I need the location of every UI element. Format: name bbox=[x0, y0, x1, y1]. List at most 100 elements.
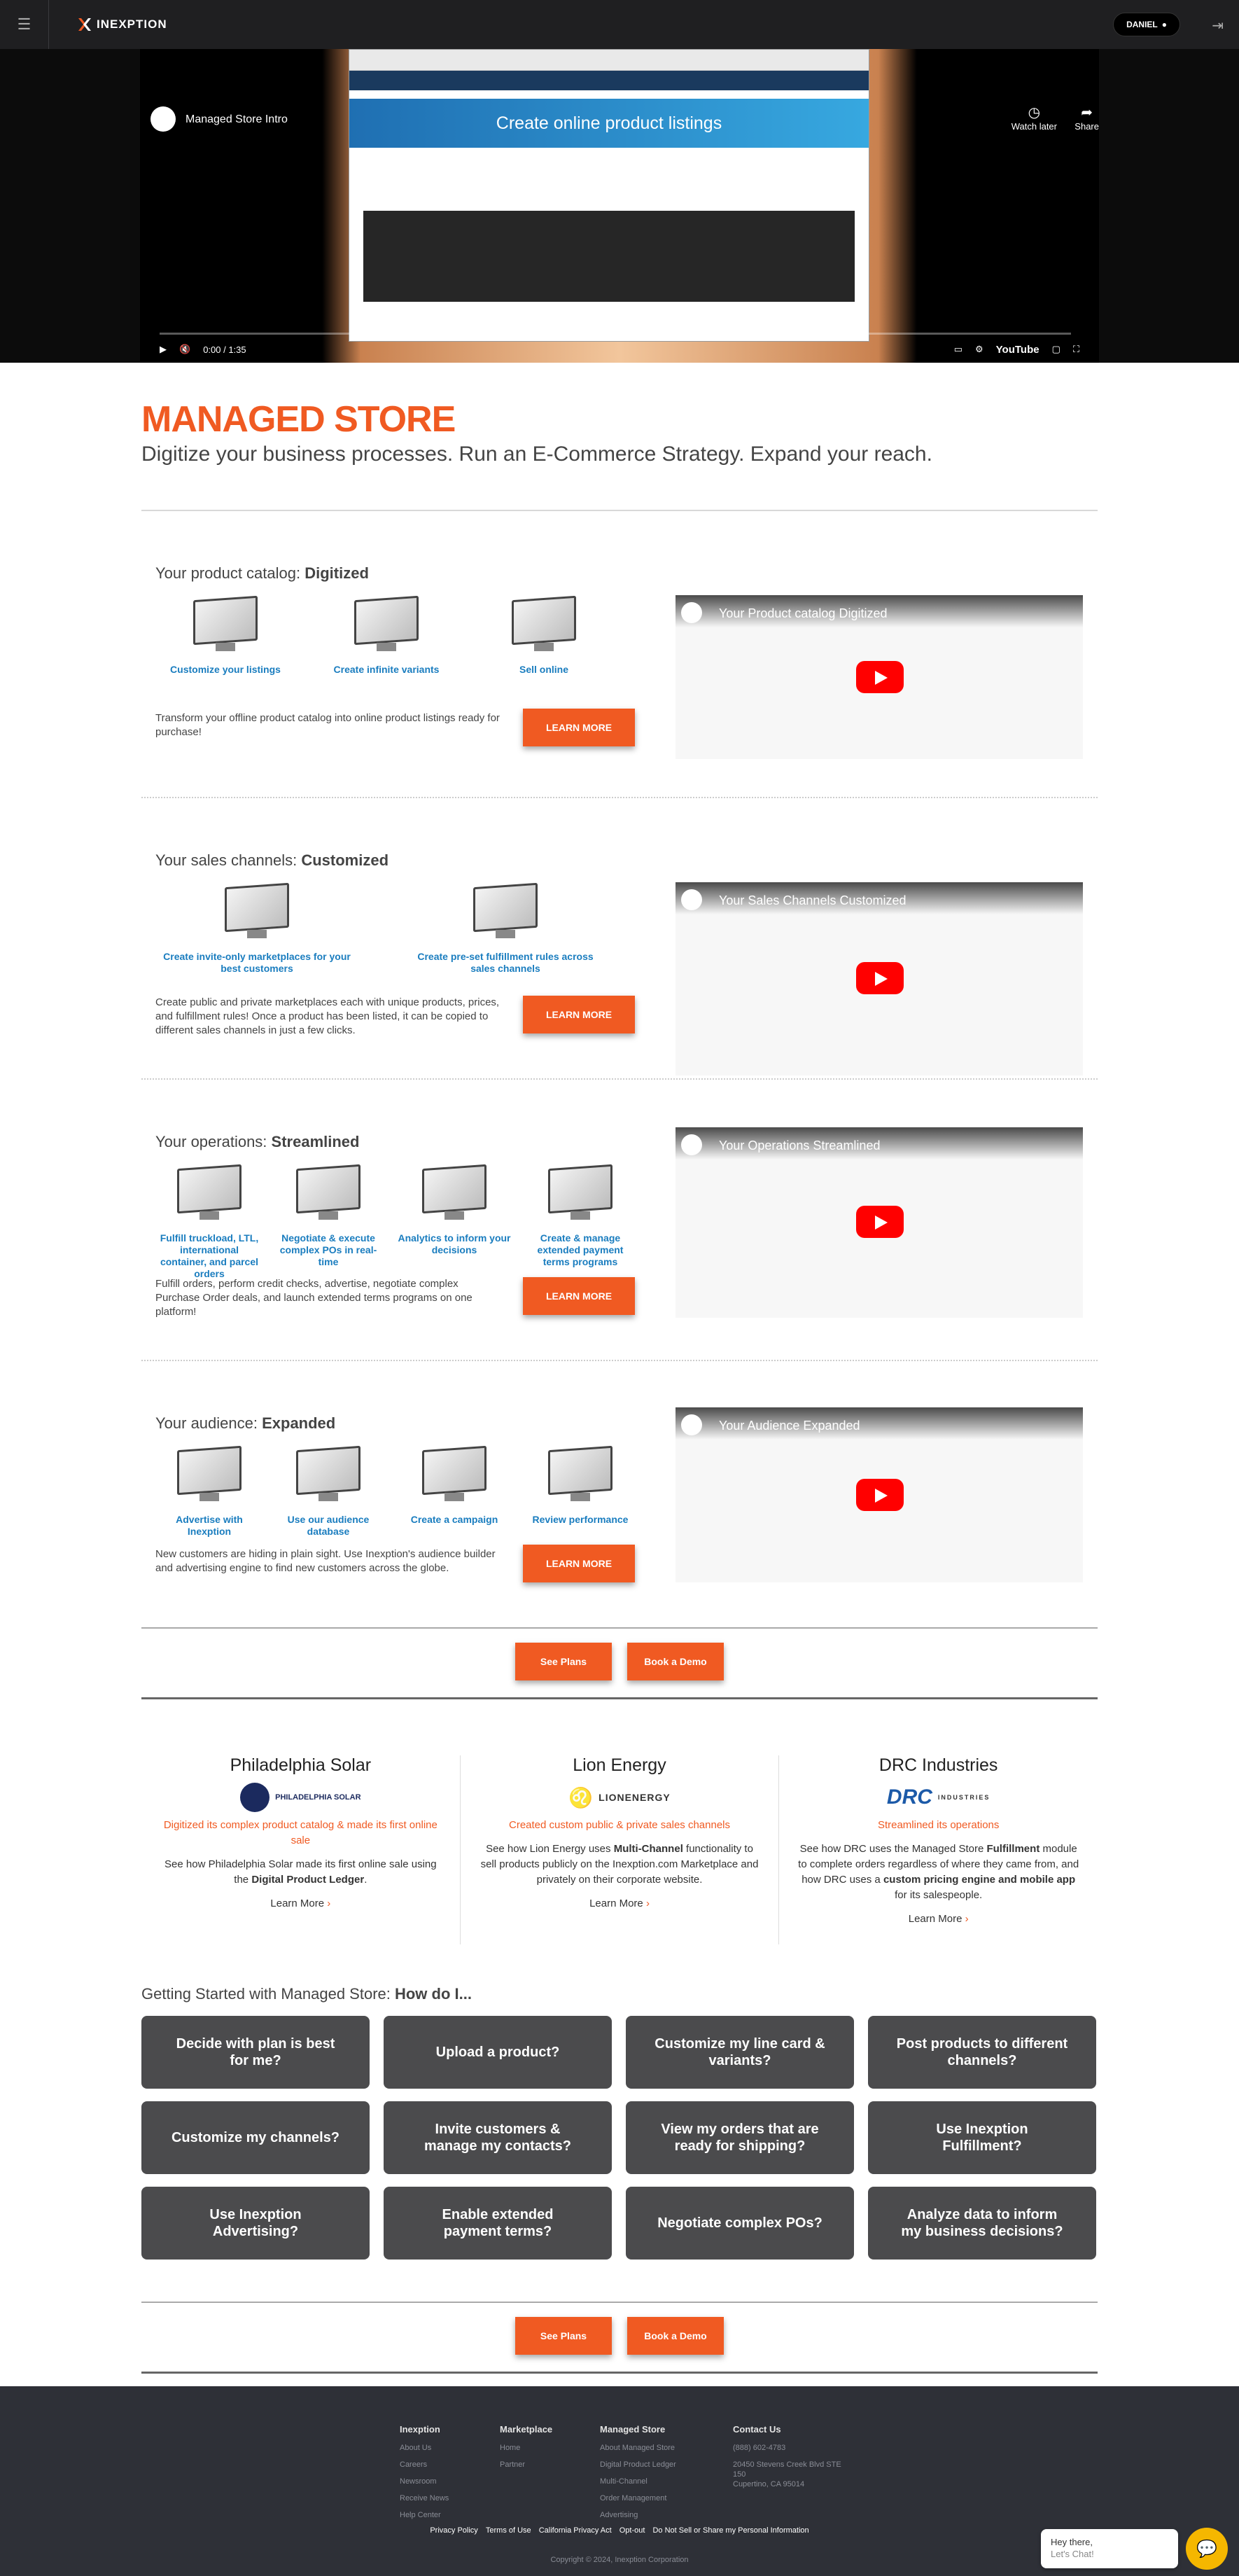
case-highlight: Streamlined its operations bbox=[877, 1819, 1000, 1831]
do-not-sell-link[interactable]: Do Not Sell or Share my Personal Informa… bbox=[652, 2526, 808, 2535]
learn-more-button[interactable]: LEARN MORE bbox=[523, 1277, 635, 1315]
howto-advertising[interactable]: Use Inexption Advertising? bbox=[141, 2187, 370, 2260]
footer-link[interactable]: Digital Product Ledger bbox=[600, 2456, 733, 2473]
footer-link[interactable]: Careers bbox=[400, 2456, 500, 2473]
footer-link[interactable]: About Us bbox=[400, 2439, 500, 2456]
intro-video-player[interactable]: Create online product listings Managed S… bbox=[0, 49, 1239, 363]
howto-post-channels[interactable]: Post products to different channels? bbox=[868, 2016, 1096, 2089]
feature-fulfillment-rules[interactable]: Create pre-set fulfillment rules across … bbox=[411, 882, 600, 975]
howto-invite-customers[interactable]: Invite customers & manage my contacts? bbox=[384, 2101, 612, 2174]
feature-payment-terms[interactable]: Create & manage extended payment terms p… bbox=[528, 1164, 633, 1268]
video-thumbnail[interactable]: Your Product catalog Digitized bbox=[676, 595, 1083, 759]
address-line: Cupertino, CA 95014 bbox=[733, 2480, 805, 2488]
howto-upload-product[interactable]: Upload a product? bbox=[384, 2016, 612, 2089]
monitor-icon bbox=[542, 1164, 618, 1224]
footer-link[interactable]: Advertising bbox=[600, 2507, 733, 2523]
chat-bubble-icon[interactable]: 💬 bbox=[1186, 2528, 1228, 2570]
youtube-play-icon[interactable] bbox=[856, 962, 904, 994]
monitor-icon bbox=[290, 1445, 366, 1505]
channel-avatar[interactable] bbox=[150, 106, 176, 132]
footer-link[interactable]: Newsroom bbox=[400, 2473, 500, 2490]
user-name: DANIEL bbox=[1126, 20, 1158, 29]
footer-link[interactable]: About Managed Store bbox=[600, 2439, 733, 2456]
terms-link[interactable]: Terms of Use bbox=[486, 2526, 531, 2535]
footer-link[interactable]: Home bbox=[500, 2439, 600, 2456]
book-demo-button[interactable]: Book a Demo bbox=[627, 1643, 724, 1680]
footer-link[interactable]: Multi-Channel bbox=[600, 2473, 733, 2490]
play-icon[interactable]: ▶ bbox=[160, 344, 167, 355]
settings-gear-icon[interactable]: ⚙ bbox=[975, 344, 983, 355]
feature-sell-online[interactable]: Sell online bbox=[488, 595, 600, 676]
howto-payment-terms[interactable]: Enable extended payment terms? bbox=[384, 2187, 612, 2260]
book-demo-button[interactable]: Book a Demo bbox=[627, 2317, 724, 2355]
video-title: Your Product catalog Digitized bbox=[719, 606, 888, 620]
learn-more-button[interactable]: LEARN MORE bbox=[523, 996, 635, 1033]
learn-more-link[interactable]: Learn More › bbox=[160, 1898, 442, 1909]
case-title: Lion Energy bbox=[573, 1755, 666, 1775]
captions-icon[interactable]: ▭ bbox=[954, 344, 962, 355]
page-subtitle: Digitize your business processes. Run an… bbox=[141, 443, 932, 466]
youtube-play-icon[interactable] bbox=[856, 1206, 904, 1238]
video-title[interactable]: Managed Store Intro bbox=[186, 113, 288, 126]
phone-number[interactable]: (888) 602-4783 bbox=[733, 2439, 852, 2456]
how-do-i-grid: Decide with plan is best for me? Upload … bbox=[141, 2016, 1098, 2260]
video-thumbnail[interactable]: Your Audience Expanded bbox=[676, 1407, 1083, 1582]
howto-analyze-data[interactable]: Analyze data to inform my business decis… bbox=[868, 2187, 1096, 2260]
youtube-logo[interactable]: YouTube bbox=[996, 344, 1040, 356]
page-title: MANAGED STORE bbox=[141, 399, 456, 440]
howto-line-card[interactable]: Customize my line card & variants? bbox=[626, 2016, 854, 2089]
case-highlight: Digitized its complex product catalog & … bbox=[163, 1819, 438, 1846]
learn-more-button[interactable]: LEARN MORE bbox=[523, 1545, 635, 1582]
feature-customize-listings[interactable]: Customize your listings bbox=[169, 595, 281, 676]
youtube-play-icon[interactable] bbox=[856, 1479, 904, 1511]
howto-choose-plan[interactable]: Decide with plan is best for me? bbox=[141, 2016, 370, 2089]
share-button[interactable]: ➦ Share bbox=[1074, 104, 1099, 132]
case-text: See how Lion Energy uses Multi-Channel f… bbox=[480, 1843, 759, 1886]
fullscreen-icon[interactable]: ⛶ bbox=[1073, 344, 1079, 355]
footer-link[interactable]: Order Management bbox=[600, 2490, 733, 2507]
feature-negotiate-pos[interactable]: Negotiate & execute complex POs in real-… bbox=[276, 1164, 381, 1268]
youtube-play-icon[interactable] bbox=[856, 661, 904, 693]
divider bbox=[141, 2372, 1098, 2374]
learn-more-link[interactable]: Learn More › bbox=[479, 1898, 761, 1909]
feature-analytics[interactable]: Analytics to inform your decisions bbox=[395, 1164, 514, 1256]
howto-fulfillment[interactable]: Use Inexption Fulfillment? bbox=[868, 2101, 1096, 2174]
learn-more-button[interactable]: LEARN MORE bbox=[523, 709, 635, 746]
case-philadelphia-solar: Philadelphia Solar PHILADELPHIA SOLAR Di… bbox=[141, 1755, 460, 1944]
cast-icon[interactable]: ▢ bbox=[1052, 344, 1060, 355]
feature-create-campaign[interactable]: Create a campaign bbox=[395, 1445, 514, 1526]
video-thumbnail[interactable]: Your Sales Channels Customized bbox=[676, 882, 1083, 1075]
feature-advertise[interactable]: Advertise with Inexption bbox=[157, 1445, 262, 1538]
opt-out-link[interactable]: Opt-out bbox=[620, 2526, 645, 2535]
learn-more-link[interactable]: Learn More › bbox=[797, 1913, 1079, 1925]
feature-review-performance[interactable]: Review performance bbox=[528, 1445, 633, 1526]
footer-link[interactable]: Help Center bbox=[400, 2507, 500, 2523]
hamburger-menu-icon[interactable]: ☰ bbox=[0, 0, 49, 49]
video-thumbnail[interactable]: Your Operations Streamlined bbox=[676, 1127, 1083, 1318]
footer-link[interactable]: Partner bbox=[500, 2456, 600, 2473]
feature-audience-database[interactable]: Use our audience database bbox=[276, 1445, 381, 1538]
chat-prompt[interactable]: Hey there, Let's Chat! bbox=[1041, 2529, 1178, 2568]
inexption-logo[interactable]: INEXPTION bbox=[77, 17, 167, 32]
see-plans-button[interactable]: See Plans bbox=[515, 2317, 612, 2355]
feature-invite-only-marketplaces[interactable]: Create invite-only marketplaces for your… bbox=[162, 882, 351, 975]
see-plans-button[interactable]: See Plans bbox=[515, 1643, 612, 1680]
privacy-policy-link[interactable]: Privacy Policy bbox=[430, 2526, 477, 2535]
howto-complex-pos[interactable]: Negotiate complex POs? bbox=[626, 2187, 854, 2260]
feature-infinite-variants[interactable]: Create infinite variants bbox=[330, 595, 442, 676]
logout-icon[interactable]: ⇥ bbox=[1212, 17, 1224, 34]
case-title: Philadelphia Solar bbox=[230, 1755, 372, 1775]
howto-customize-channels[interactable]: Customize my channels? bbox=[141, 2101, 370, 2174]
mute-icon[interactable]: 🔇 bbox=[179, 344, 190, 355]
user-menu-button[interactable]: DANIEL ● bbox=[1113, 13, 1180, 36]
watch-later-button[interactable]: ◷ Watch later bbox=[1011, 104, 1057, 132]
video-progress-bar[interactable] bbox=[160, 333, 1071, 335]
section-description: Transform your offline product catalog i… bbox=[155, 712, 500, 738]
footer-col-contact: Contact Us (888) 602-4783 20450 Stevens … bbox=[733, 2421, 852, 2523]
footer-link[interactable]: Receive News bbox=[400, 2490, 500, 2507]
clock-icon: ◷ bbox=[1028, 105, 1041, 120]
section-sales-channels: Your sales channels: Customized Create i… bbox=[141, 798, 1098, 1080]
howto-view-orders[interactable]: View my orders that are ready for shippi… bbox=[626, 2101, 854, 2174]
california-privacy-link[interactable]: California Privacy Act bbox=[539, 2526, 612, 2535]
feature-fulfill-orders[interactable]: Fulfill truckload, LTL, international co… bbox=[157, 1164, 262, 1280]
